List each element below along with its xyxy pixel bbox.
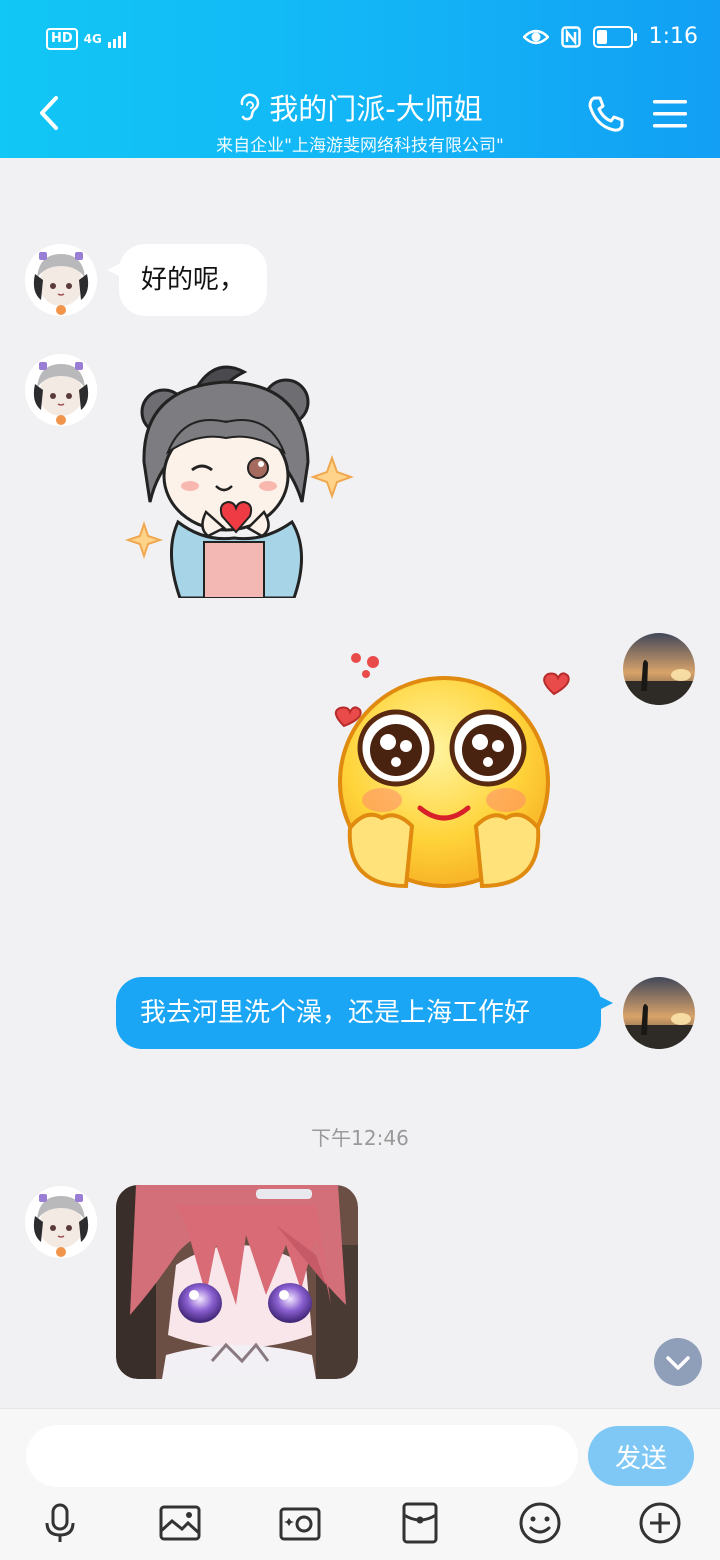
signal-icon: [107, 32, 126, 48]
contact-avatar[interactable]: [25, 244, 97, 316]
contact-avatar[interactable]: [25, 354, 97, 426]
image-message[interactable]: [116, 1185, 358, 1379]
message-input[interactable]: [26, 1425, 578, 1487]
message-text: 我去河里洗个澡，还是上海工作好: [140, 998, 531, 1028]
microphone-icon[interactable]: [38, 1501, 82, 1545]
nfc-icon: [560, 25, 581, 48]
status-right: 1:16: [522, 24, 698, 49]
input-area: 发送: [0, 1408, 720, 1560]
scroll-to-bottom-button[interactable]: [654, 1338, 702, 1386]
my-avatar[interactable]: [623, 633, 695, 705]
hamburger-icon[interactable]: [650, 96, 690, 132]
send-button[interactable]: 发送: [588, 1426, 694, 1486]
clock: 1:16: [648, 24, 698, 49]
camera-icon[interactable]: [278, 1501, 322, 1545]
chevron-down-icon: [666, 1356, 690, 1370]
eye-icon: [522, 29, 549, 44]
chat-subtitle: 来自企业"上海游斐网络科技有限公司": [216, 136, 504, 156]
sticker-emoji-hearts[interactable]: [326, 650, 572, 894]
timestamp-divider: 下午12:46: [311, 1126, 409, 1150]
battery-icon: [592, 25, 637, 48]
contact-avatar[interactable]: [25, 1186, 97, 1258]
status-bar: HD 4G 1:16: [0, 0, 720, 80]
image-icon[interactable]: [158, 1501, 202, 1545]
input-toolbar: [0, 1501, 720, 1557]
status-left: HD 4G: [46, 28, 130, 50]
back-icon[interactable]: [30, 90, 70, 136]
hd-badge: HD: [46, 28, 78, 50]
red-packet-icon[interactable]: [398, 1501, 442, 1545]
message-bubble-sent[interactable]: 我去河里洗个澡，还是上海工作好: [116, 977, 613, 1049]
emoji-icon[interactable]: [518, 1501, 562, 1545]
ear-icon: [241, 93, 260, 121]
sticker-chibi-girl[interactable]: [124, 352, 356, 598]
chat-title: 我的门派-大师姐: [269, 92, 483, 126]
my-avatar[interactable]: [623, 977, 695, 1049]
chat-header: HD 4G 1:16 我的门派-大师姐 来自企业"上海游斐网络科技有限公司": [0, 0, 720, 158]
message-text: 好的呢，: [141, 265, 246, 295]
chat-title-area[interactable]: 我的门派-大师姐 来自企业"上海游斐网络科技有限公司": [180, 86, 540, 156]
phone-icon[interactable]: [586, 94, 626, 134]
plus-icon[interactable]: [638, 1501, 682, 1545]
network-label: 4G: [83, 32, 102, 46]
message-bubble-received[interactable]: 好的呢，: [106, 244, 268, 316]
